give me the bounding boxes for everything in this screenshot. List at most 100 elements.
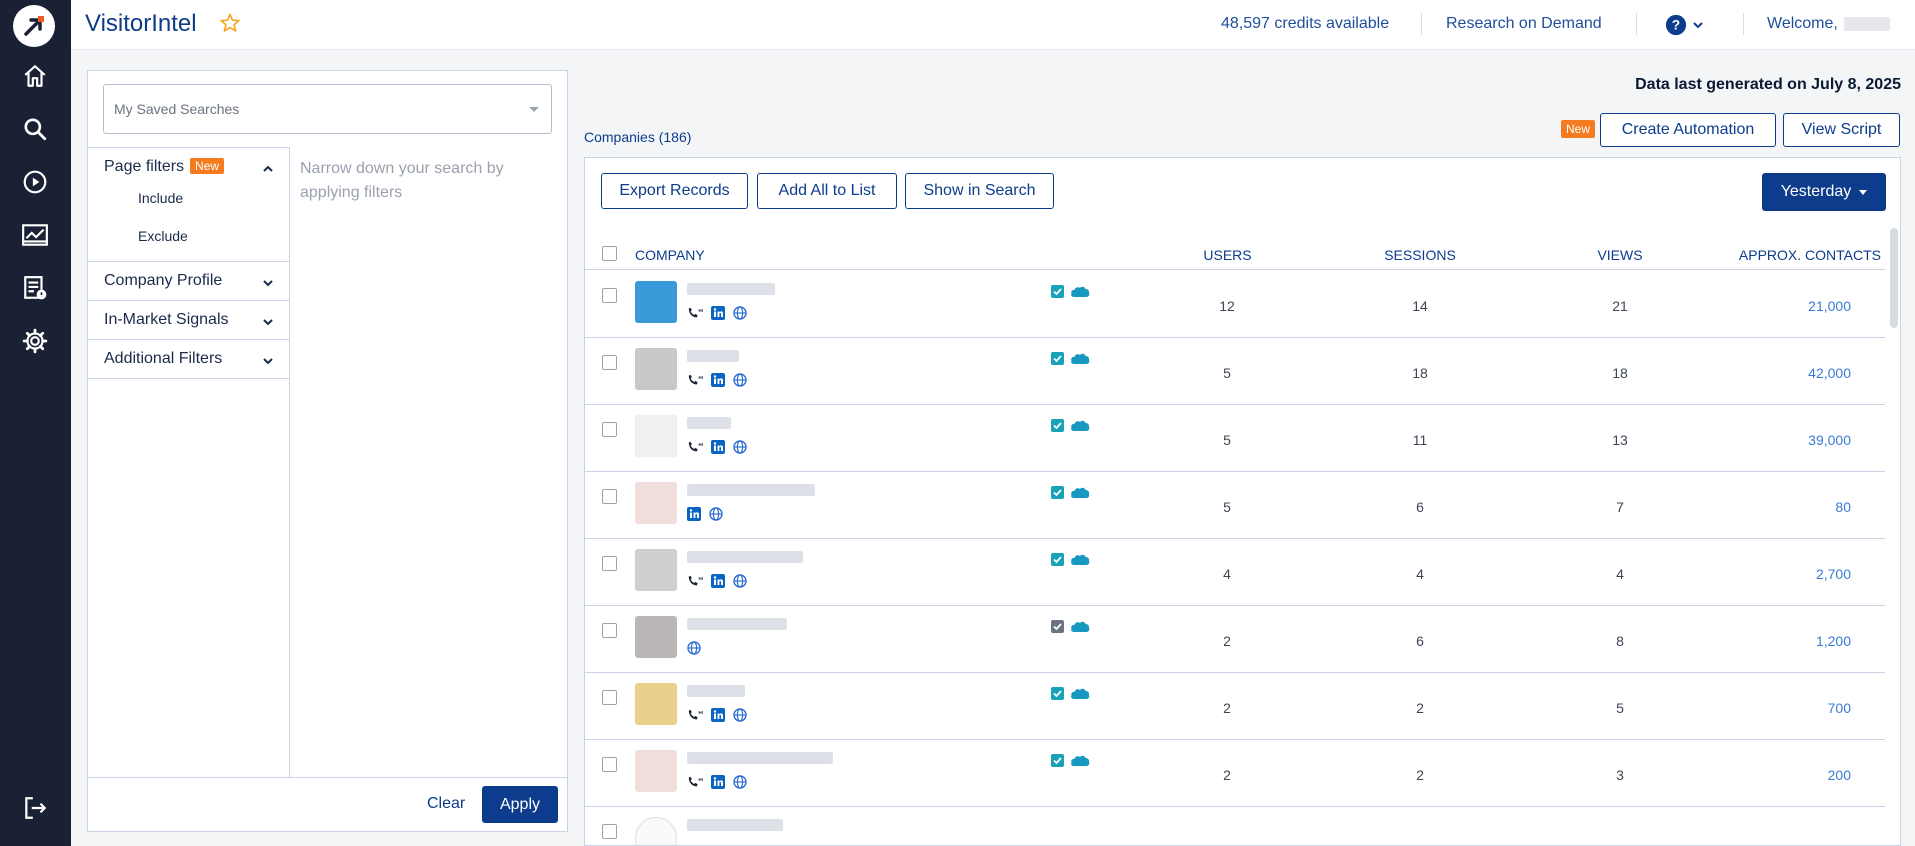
approx-contacts-link[interactable]: 21,000 xyxy=(1685,298,1881,314)
approx-contacts-link[interactable]: 42,000 xyxy=(1685,365,1881,381)
settings-icon[interactable] xyxy=(17,323,53,359)
view-script-button[interactable]: View Script xyxy=(1783,113,1900,147)
company-name-redacted[interactable] xyxy=(687,551,803,563)
website-globe-icon[interactable] xyxy=(733,574,747,588)
phone-hq-icon[interactable]: HQ xyxy=(687,440,703,454)
filter-company-profile[interactable]: Company Profile xyxy=(88,262,289,301)
table-scrollbar[interactable] xyxy=(1890,228,1898,328)
show-in-search-button[interactable]: Show in Search xyxy=(905,173,1054,209)
analytics-icon[interactable] xyxy=(17,217,53,253)
website-globe-icon[interactable] xyxy=(687,641,701,655)
apply-button[interactable]: Apply xyxy=(482,786,558,823)
salesforce-cloud-icon[interactable] xyxy=(1070,553,1090,566)
row-checkbox[interactable] xyxy=(602,556,617,571)
filter-page-filters[interactable]: Page filters New Include Exclude xyxy=(88,148,289,262)
linkedin-icon[interactable] xyxy=(711,306,725,320)
filter-additional-filters[interactable]: Additional Filters xyxy=(88,340,289,379)
logout-icon[interactable] xyxy=(17,790,53,826)
add-all-to-list-button[interactable]: Add All to List xyxy=(757,173,897,209)
table-row[interactable]: HQ 12 14 21 21,000 xyxy=(585,271,1885,338)
linkedin-icon[interactable] xyxy=(711,373,725,387)
create-automation-button[interactable]: Create Automation xyxy=(1600,113,1776,147)
linkedin-icon[interactable] xyxy=(711,708,725,722)
approx-contacts-link[interactable]: 1,200 xyxy=(1685,633,1881,649)
linkedin-icon[interactable] xyxy=(687,507,701,521)
website-globe-icon[interactable] xyxy=(733,306,747,320)
search-icon[interactable] xyxy=(17,111,53,147)
saved-searches-dropdown[interactable]: My Saved Searches xyxy=(103,84,552,134)
row-checkbox[interactable] xyxy=(602,288,617,303)
row-checkbox[interactable] xyxy=(602,355,617,370)
filter-exclude[interactable]: Exclude xyxy=(104,228,289,244)
company-name-redacted[interactable] xyxy=(687,350,739,362)
linkedin-icon[interactable] xyxy=(711,440,725,454)
report-icon[interactable] xyxy=(17,270,53,306)
divider xyxy=(1636,13,1637,35)
row-checkbox[interactable] xyxy=(602,422,617,437)
website-globe-icon[interactable] xyxy=(733,440,747,454)
clear-button[interactable]: Clear xyxy=(427,795,465,813)
col-company[interactable]: COMPANY xyxy=(635,247,705,263)
linkedin-icon[interactable] xyxy=(711,775,725,789)
col-sessions[interactable]: SESSIONS xyxy=(1365,247,1475,263)
row-checkbox[interactable] xyxy=(602,489,617,504)
help-menu[interactable]: ? xyxy=(1665,14,1705,36)
table-row[interactable]: HQ 2 2 5 700 xyxy=(585,673,1885,740)
phone-hq-icon[interactable]: HQ xyxy=(687,708,703,722)
chevron-up-icon[interactable] xyxy=(261,162,275,176)
approx-contacts-link[interactable]: 700 xyxy=(1685,700,1881,716)
salesforce-cloud-icon[interactable] xyxy=(1070,285,1090,298)
col-users[interactable]: USERS xyxy=(1180,247,1275,263)
linkedin-icon[interactable] xyxy=(711,574,725,588)
website-globe-icon[interactable] xyxy=(733,373,747,387)
col-views[interactable]: VIEWS xyxy=(1580,247,1660,263)
filter-include[interactable]: Include xyxy=(104,190,289,206)
row-checkbox[interactable] xyxy=(602,757,617,772)
home-icon[interactable] xyxy=(17,58,53,94)
table-row[interactable]: HQ 5 11 13 39,000 xyxy=(585,405,1885,472)
salesforce-cloud-icon[interactable] xyxy=(1070,687,1090,700)
website-globe-icon[interactable] xyxy=(733,775,747,789)
col-approx-contacts[interactable]: APPROX. CONTACTS xyxy=(1721,247,1881,263)
website-globe-icon[interactable] xyxy=(709,507,723,521)
salesforce-cloud-icon[interactable] xyxy=(1070,352,1090,365)
export-records-button[interactable]: Export Records xyxy=(601,173,748,209)
phone-hq-icon[interactable]: HQ xyxy=(687,306,703,320)
approx-contacts-link[interactable]: 39,000 xyxy=(1685,432,1881,448)
table-row[interactable]: HQ 2 2 3 200 xyxy=(585,740,1885,807)
select-all-checkbox[interactable] xyxy=(602,246,617,261)
company-name-redacted[interactable] xyxy=(687,283,775,295)
phone-hq-icon[interactable]: HQ xyxy=(687,775,703,789)
research-on-demand-link[interactable]: Research on Demand xyxy=(1446,15,1602,33)
website-globe-icon[interactable] xyxy=(733,708,747,722)
table-row[interactable]: HQ 4 4 4 2,700 xyxy=(585,539,1885,606)
row-checkbox[interactable] xyxy=(602,824,617,839)
phone-hq-icon[interactable]: HQ xyxy=(687,373,703,387)
date-range-dropdown[interactable]: Yesterday xyxy=(1762,173,1886,211)
row-checkbox[interactable] xyxy=(602,690,617,705)
approx-contacts-link[interactable]: 200 xyxy=(1685,767,1881,783)
salesforce-cloud-icon[interactable] xyxy=(1070,754,1090,767)
company-name-redacted[interactable] xyxy=(687,417,731,429)
phone-hq-icon[interactable]: HQ xyxy=(687,574,703,588)
filter-in-market-signals[interactable]: In-Market Signals xyxy=(88,301,289,340)
row-checkbox[interactable] xyxy=(602,623,617,638)
table-row[interactable]: 5 6 7 80 xyxy=(585,472,1885,539)
welcome-user[interactable]: Welcome, xyxy=(1767,15,1890,33)
company-name-redacted[interactable] xyxy=(687,752,833,764)
approx-contacts-link[interactable]: 2,700 xyxy=(1685,566,1881,582)
salesforce-cloud-icon[interactable] xyxy=(1070,620,1090,633)
company-name-redacted[interactable] xyxy=(687,685,745,697)
salesforce-cloud-icon[interactable] xyxy=(1070,419,1090,432)
salesforce-cloud-icon[interactable] xyxy=(1070,486,1090,499)
play-icon[interactable] xyxy=(17,164,53,200)
company-name-redacted[interactable] xyxy=(687,484,815,496)
favorite-star-icon[interactable] xyxy=(219,12,241,39)
app-logo-icon[interactable] xyxy=(13,5,55,47)
company-name-redacted[interactable] xyxy=(687,819,783,831)
table-row[interactable]: HQ 5 18 18 42,000 xyxy=(585,338,1885,405)
company-name-redacted[interactable] xyxy=(687,618,787,630)
table-row[interactable] xyxy=(585,807,1885,845)
approx-contacts-link[interactable]: 80 xyxy=(1685,499,1881,515)
table-row[interactable]: 2 6 8 1,200 xyxy=(585,606,1885,673)
